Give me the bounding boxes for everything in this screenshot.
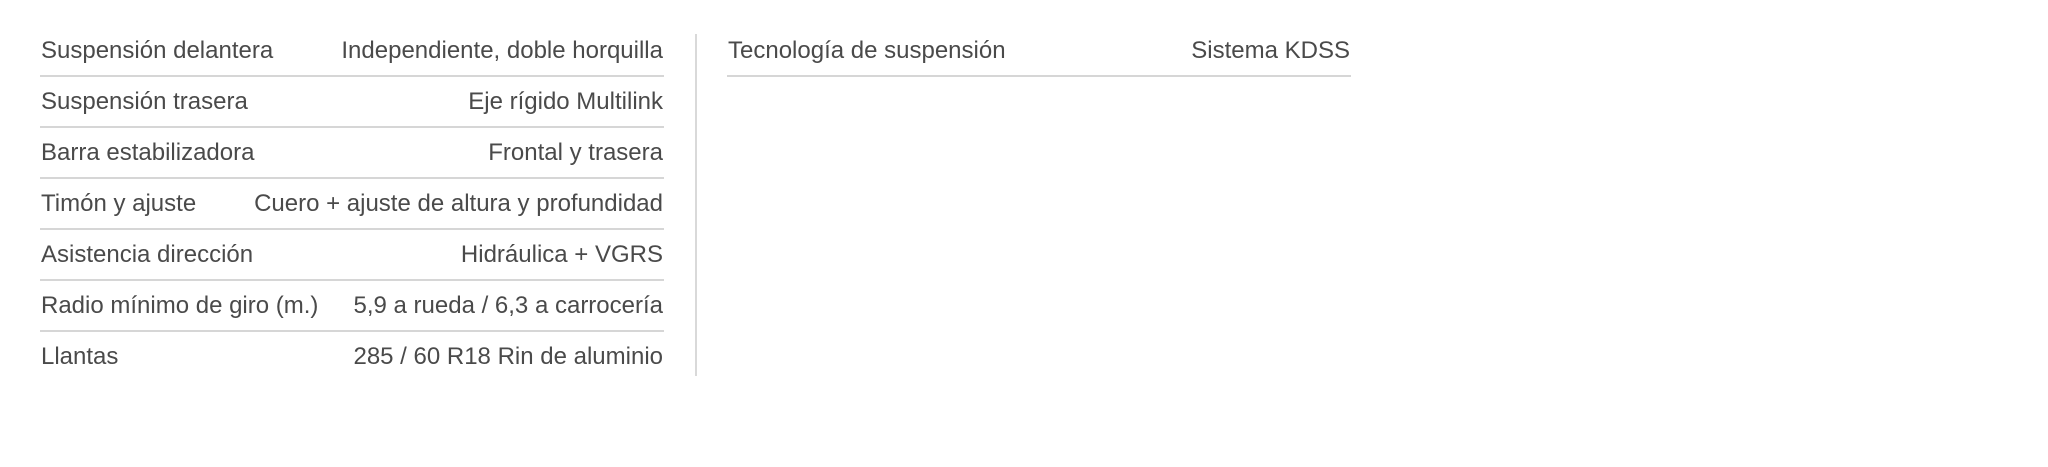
- spec-value: 5,9 a rueda / 6,3 a carrocería: [353, 291, 663, 319]
- spec-value: Hidráulica + VGRS: [460, 240, 663, 268]
- spec-value: Sistema KDSS: [1191, 36, 1350, 64]
- spec-row-steering-assist: Asistencia dirección Hidráulica + VGRS: [40, 230, 664, 281]
- spec-label: Llantas: [41, 342, 119, 370]
- spec-label: Suspensión trasera: [41, 87, 248, 115]
- spec-table-left: Suspensión delantera Independiente, dobl…: [40, 26, 664, 381]
- spec-label: Tecnología de suspensión: [728, 36, 1006, 64]
- spec-label: Barra estabilizadora: [41, 138, 255, 166]
- spec-value: Frontal y trasera: [488, 138, 663, 166]
- spec-row-suspension-technology: Tecnología de suspensión Sistema KDSS: [727, 26, 1351, 77]
- spec-label: Timón y ajuste: [41, 189, 197, 217]
- column-divider: [695, 34, 697, 376]
- spec-value: 285 / 60 R18 Rin de aluminio: [353, 342, 663, 370]
- spec-label: Radio mínimo de giro (m.): [41, 291, 319, 319]
- spec-label: Asistencia dirección: [41, 240, 254, 268]
- spec-label: Suspensión delantera: [41, 36, 274, 64]
- spec-row-front-suspension: Suspensión delantera Independiente, dobl…: [40, 26, 664, 77]
- spec-row-wheels: Llantas 285 / 60 R18 Rin de aluminio: [40, 332, 664, 381]
- spec-row-turning-radius: Radio mínimo de giro (m.) 5,9 a rueda / …: [40, 281, 664, 332]
- spec-value: Independiente, doble horquilla: [341, 36, 663, 64]
- spec-value: Eje rígido Multilink: [468, 87, 663, 115]
- spec-value: Cuero + ajuste de altura y profundidad: [254, 189, 663, 217]
- spec-table-right: Tecnología de suspensión Sistema KDSS: [727, 26, 1351, 77]
- spec-row-rear-suspension: Suspensión trasera Eje rígido Multilink: [40, 77, 664, 128]
- spec-row-steering-wheel: Timón y ajuste Cuero + ajuste de altura …: [40, 179, 664, 230]
- spec-row-stabilizer-bar: Barra estabilizadora Frontal y trasera: [40, 128, 664, 179]
